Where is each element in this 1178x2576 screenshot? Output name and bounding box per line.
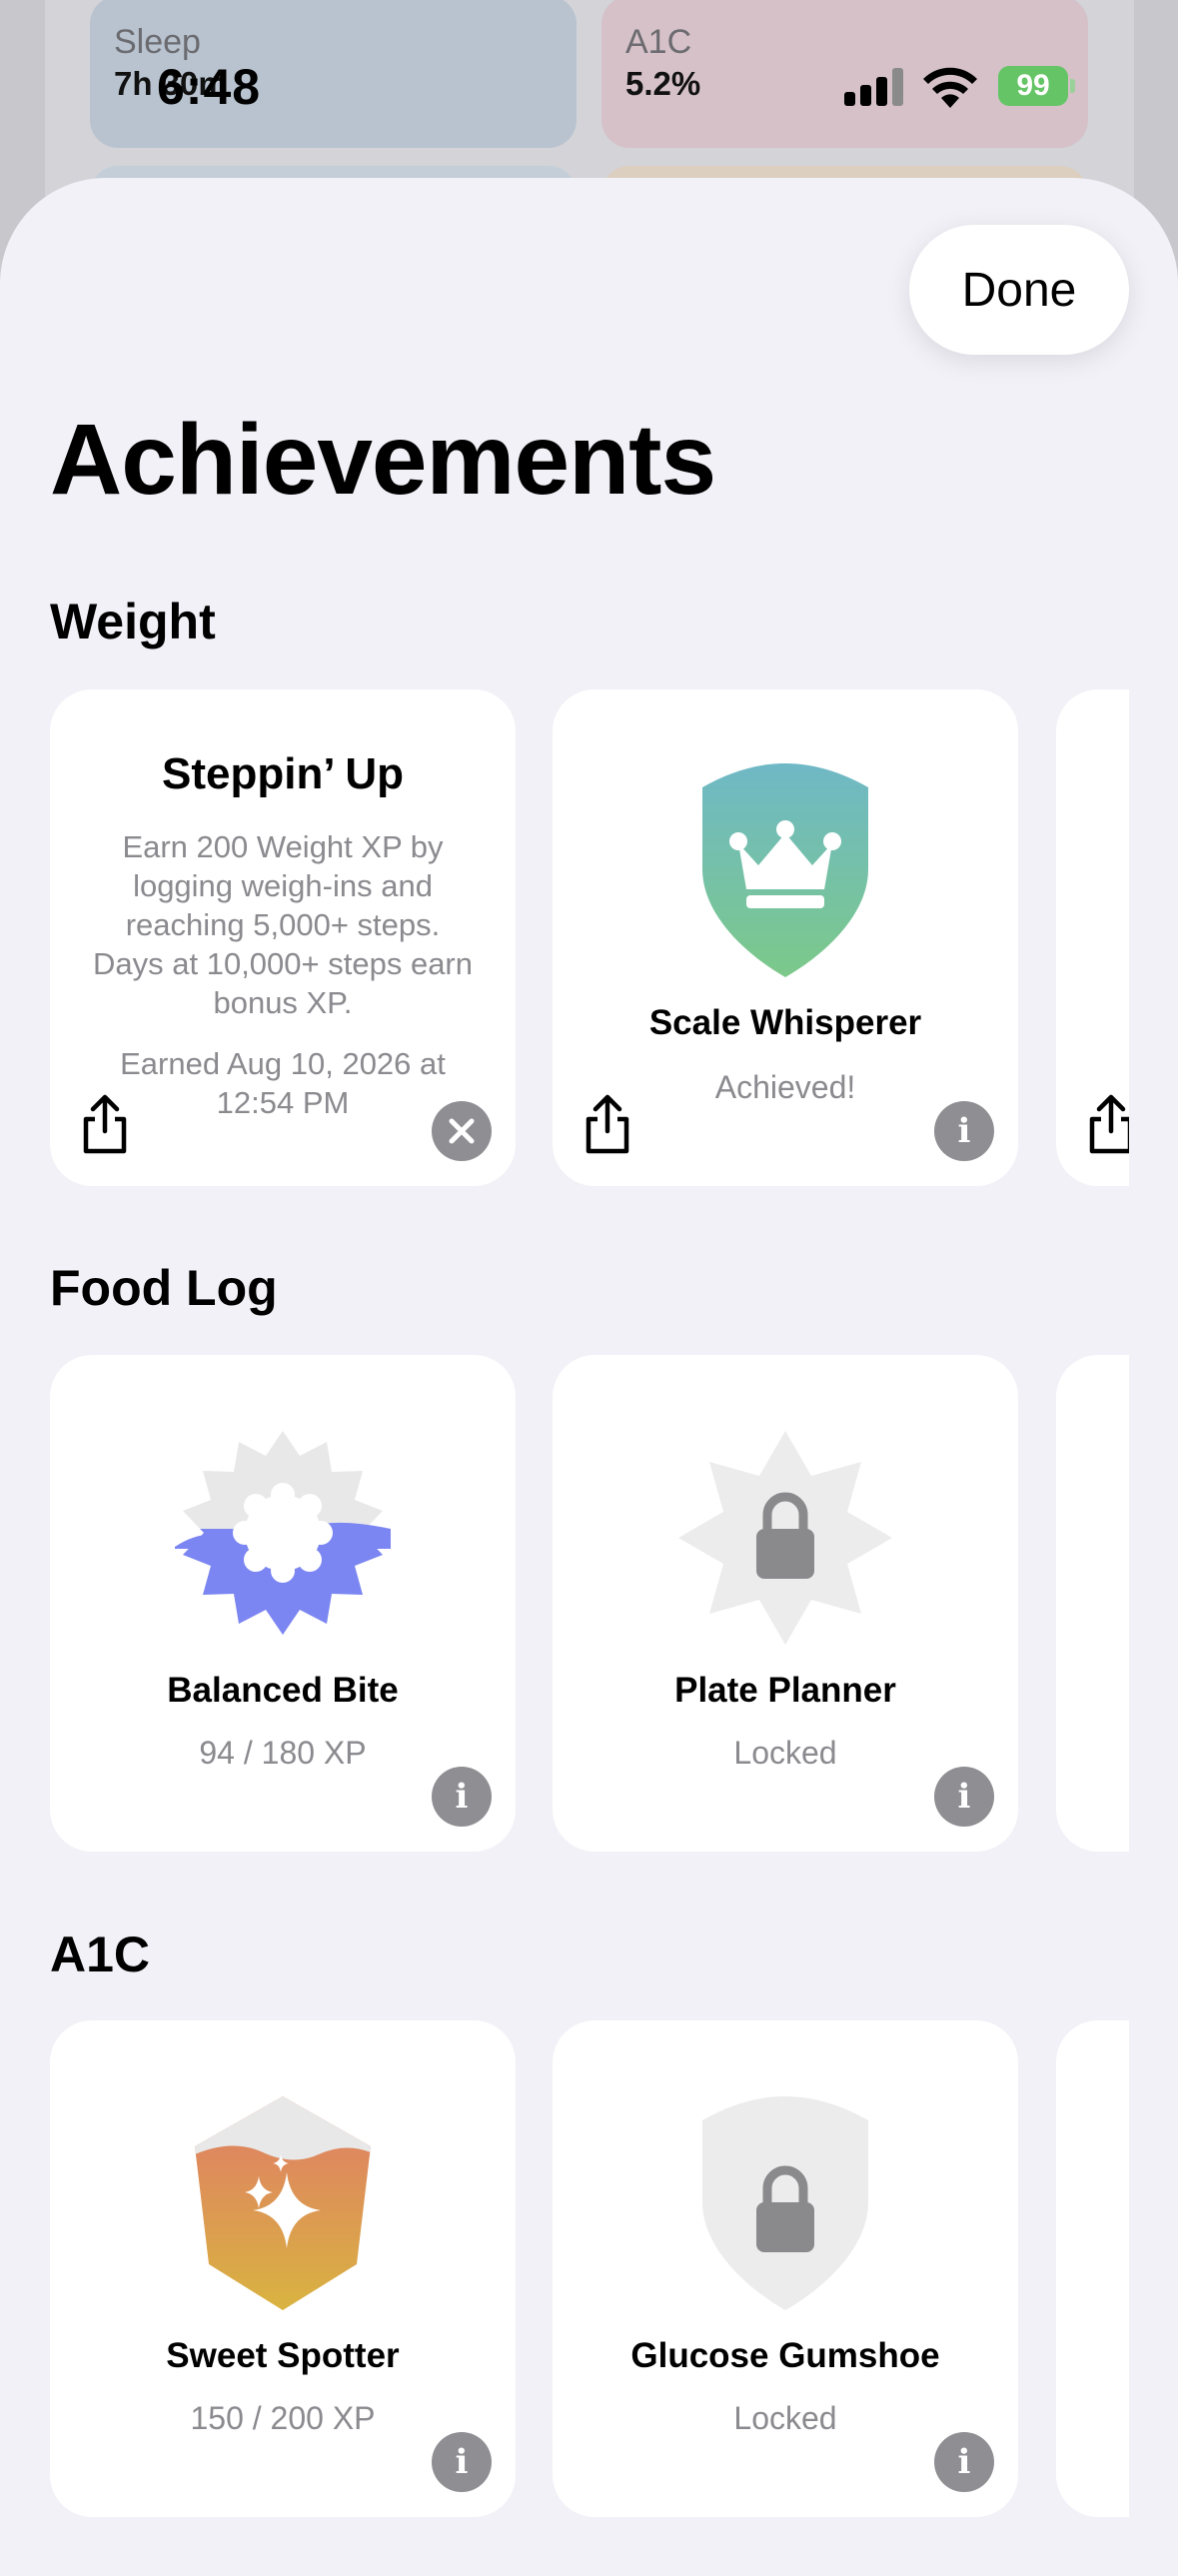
locked-badge-icon — [678, 1431, 892, 1645]
status-bar: 6:48 99 — [0, 0, 1178, 150]
achievement-card-balanced-bite[interactable]: Balanced Bite 94 / 180 XP i — [50, 1355, 516, 1852]
card-progress: 94 / 180 XP — [199, 1735, 367, 1771]
achievement-card-sweet-spotter[interactable]: Sweet Spotter 150 / 200 XP i — [50, 2020, 516, 2517]
card-status: Locked — [733, 1735, 837, 1771]
status-time: 6:48 — [157, 59, 262, 115]
card-title: Sweet Spotter — [166, 2336, 400, 2375]
achievement-card-plate-planner[interactable]: Plate Planner Locked i — [553, 1355, 1018, 1852]
info-icon[interactable]: i — [934, 1767, 994, 1827]
starburst-badge-icon — [175, 1431, 391, 1635]
achievement-card-peek[interactable] — [1056, 689, 1129, 1186]
achievement-card-peek[interactable] — [1056, 2020, 1129, 2517]
section-title-weight: Weight — [50, 594, 216, 649]
achievement-card-steppin-up[interactable]: Steppin’ Up Earn 200 Weight XP by loggin… — [50, 689, 516, 1186]
achievement-card-scale-whisperer[interactable]: Scale Whisperer Achieved! i — [553, 689, 1018, 1186]
card-title: Scale Whisperer — [648, 1003, 922, 1042]
info-icon[interactable]: i — [432, 2432, 492, 2492]
card-title: Steppin’ Up — [162, 749, 404, 798]
battery-icon: 99 — [998, 66, 1075, 106]
wifi-icon — [923, 67, 977, 108]
achievement-card-peek[interactable] — [1056, 1355, 1129, 1852]
locked-shield-badge-icon — [702, 2096, 868, 2310]
share-icon[interactable] — [80, 1093, 130, 1155]
share-icon[interactable] — [583, 1093, 632, 1155]
info-icon[interactable]: i — [934, 1101, 994, 1161]
card-description: Earn 200 Weight XP by logging weigh-ins … — [93, 829, 473, 1020]
card-title: Glucose Gumshoe — [630, 2336, 940, 2375]
close-icon — [449, 1118, 475, 1144]
battery-level: 99 — [998, 66, 1068, 106]
card-title: Plate Planner — [674, 1671, 896, 1710]
card-earned-date: Earned Aug 10, 2026 at 12:54 PM — [120, 1046, 446, 1120]
card-progress: 150 / 200 XP — [190, 2400, 376, 2436]
info-icon[interactable]: i — [934, 2432, 994, 2492]
cellular-signal-icon — [844, 66, 904, 106]
card-title: Balanced Bite — [167, 1671, 399, 1710]
section-title-a1c: A1C — [50, 1927, 151, 1982]
section-title-food-log: Food Log — [50, 1260, 278, 1316]
share-icon[interactable] — [1086, 1093, 1129, 1155]
shield-badge-icon — [702, 763, 868, 977]
card-status: Locked — [733, 2400, 837, 2436]
sweet-spotter-badge-icon — [195, 2096, 371, 2310]
info-icon[interactable]: i — [432, 1767, 492, 1827]
achievement-card-glucose-gumshoe[interactable]: Glucose Gumshoe Locked i — [553, 2020, 1018, 2517]
close-button[interactable] — [432, 1101, 492, 1161]
done-button[interactable]: Done — [909, 225, 1129, 355]
page-title: Achievements — [50, 404, 716, 516]
